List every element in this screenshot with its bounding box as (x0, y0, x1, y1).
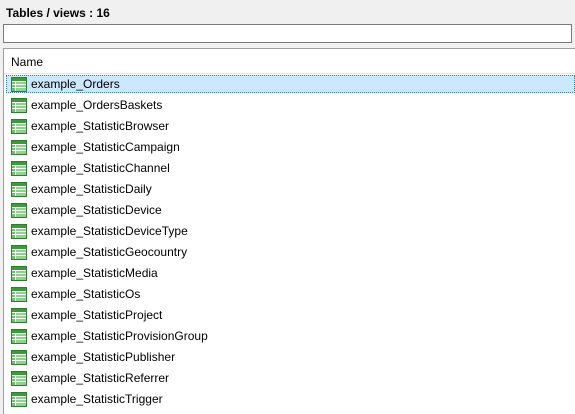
table-row[interactable]: example_StatisticCampaign (4, 137, 575, 158)
table-name-label: example_StatisticDeviceType (31, 224, 188, 238)
table-row[interactable]: example_OrdersBaskets (4, 95, 575, 116)
table-grid-icon (11, 182, 27, 197)
table-grid-icon (11, 308, 27, 323)
tables-views-panel: Tables / views : 16 Name example_Orders (0, 0, 575, 414)
table-grid-icon (11, 371, 27, 386)
table-grid-icon (11, 329, 27, 344)
table-name-label: example_StatisticDevice (31, 203, 162, 217)
table-name-label: example_StatisticChannel (31, 161, 170, 175)
table-row[interactable]: example_StatisticTrigger (4, 389, 575, 410)
table-grid-icon (11, 140, 27, 155)
table-row[interactable]: example_StatisticProject (4, 305, 575, 326)
table-name-label: example_StatisticCampaign (31, 140, 180, 154)
table-row[interactable]: example_StatisticDaily (4, 179, 575, 200)
table-name-label: example_StatisticTrigger (31, 392, 163, 406)
tables-list-rows: example_Orders example_OrdersBaskets exa… (4, 74, 575, 410)
filter-input[interactable] (3, 24, 572, 43)
table-grid-icon (11, 245, 27, 260)
table-name-label: example_StatisticProvisionGroup (31, 329, 208, 343)
table-grid-icon (11, 98, 27, 113)
table-name-label: example_StatisticPublisher (31, 350, 176, 364)
table-row[interactable]: example_StatisticDevice (4, 200, 575, 221)
table-grid-icon (11, 224, 27, 239)
table-name-label: example_OrdersBaskets (31, 98, 163, 112)
table-name-label: example_StatisticBrowser (31, 119, 170, 133)
table-row[interactable]: example_StatisticChannel (4, 158, 575, 179)
table-row[interactable]: example_StatisticProvisionGroup (4, 326, 575, 347)
table-grid-icon (11, 392, 27, 407)
table-grid-icon (11, 266, 27, 281)
table-grid-icon (11, 350, 27, 365)
table-name-label: example_StatisticDaily (31, 182, 152, 196)
table-grid-icon (11, 203, 27, 218)
table-name-label: example_StatisticReferrer (31, 371, 170, 385)
column-header-label: Name (11, 55, 44, 69)
table-row[interactable]: example_StatisticBrowser (4, 116, 575, 137)
table-row[interactable]: example_StatisticDeviceType (4, 221, 575, 242)
table-row[interactable]: example_StatisticGeocountry (4, 242, 575, 263)
table-grid-icon (11, 287, 27, 302)
column-header-name[interactable]: Name (4, 49, 575, 74)
table-name-label: example_Orders (31, 77, 120, 91)
table-name-label: example_StatisticMedia (31, 266, 158, 280)
panel-title: Tables / views : 16 (6, 6, 110, 20)
tables-list[interactable]: Name example_Orders example_OrdersBasket… (3, 48, 575, 414)
table-grid-icon (11, 119, 27, 134)
table-name-label: example_StatisticOs (31, 287, 141, 301)
table-row[interactable]: example_Orders (4, 74, 575, 95)
table-grid-icon (11, 77, 27, 92)
table-row[interactable]: example_StatisticOs (4, 284, 575, 305)
table-row[interactable]: example_StatisticMedia (4, 263, 575, 284)
table-name-label: example_StatisticProject (31, 308, 163, 322)
table-grid-icon (11, 161, 27, 176)
table-name-label: example_StatisticGeocountry (31, 245, 188, 259)
table-row[interactable]: example_StatisticReferrer (4, 368, 575, 389)
table-row[interactable]: example_StatisticPublisher (4, 347, 575, 368)
